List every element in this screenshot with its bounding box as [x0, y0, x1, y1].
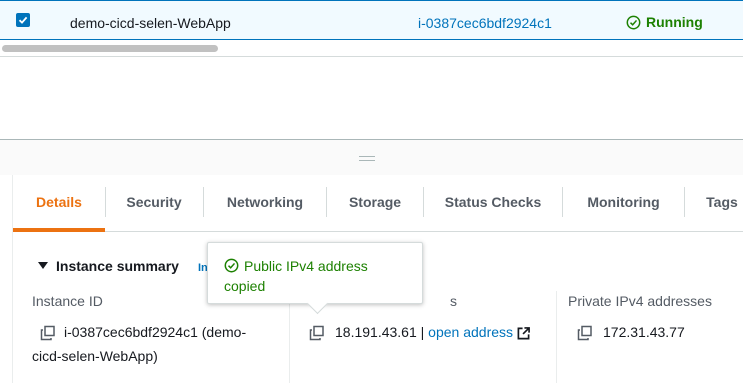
copied-tooltip: Public IPv4 address copied [207, 242, 423, 315]
instance-table-row[interactable]: demo-cicd-selen-WebApp i-0387cec6bdf2924… [0, 0, 743, 40]
open-address-link[interactable]: open address [428, 324, 513, 340]
details-tabs: Details Security Networking Storage Stat… [13, 175, 743, 232]
tab-label: Networking [226, 194, 304, 210]
tooltip-line1: Public IPv4 address [244, 258, 368, 274]
private-ip-value: 172.31.43.77 [577, 320, 685, 344]
split-panel-divider[interactable] [0, 139, 743, 175]
instance-state-text: Running [646, 14, 703, 30]
copy-icon[interactable] [40, 325, 56, 341]
column-divider [289, 291, 290, 383]
tab-networking[interactable]: Networking [204, 175, 326, 231]
public-ip-label: s [450, 293, 457, 309]
tab-monitoring[interactable]: Monitoring [563, 175, 684, 231]
external-link-icon[interactable] [517, 326, 530, 340]
instance-state-badge: Running [626, 14, 703, 30]
instance-id-link[interactable]: i-0387cec6bdf2924c1 [418, 15, 552, 31]
instance-id-text-line1: i-0387cec6bdf2924c1 (demo- [64, 324, 247, 340]
tab-label: Details [36, 194, 82, 210]
column-divider [556, 291, 557, 383]
private-ip-text: 172.31.43.77 [603, 324, 685, 340]
tab-storage[interactable]: Storage [327, 175, 423, 231]
drag-handle-icon[interactable] [359, 156, 375, 164]
caret-down-icon [38, 262, 48, 269]
instance-summary-title: Instance summary [56, 258, 179, 274]
horizontal-scrollbar[interactable] [0, 40, 743, 57]
tooltip-message: Public IPv4 address copied [224, 256, 414, 296]
instance-id-value: i-0387cec6bdf2924c1 (demo- cicd-selen-We… [32, 320, 246, 368]
active-tab-indicator [13, 228, 105, 232]
instance-id-label: Instance ID [32, 293, 103, 309]
tab-status-checks[interactable]: Status Checks [424, 175, 562, 231]
tooltip-line2: copied [224, 278, 266, 294]
tab-label: Monitoring [587, 194, 660, 210]
instance-name: demo-cicd-selen-WebApp [70, 15, 231, 31]
tab-label: Tags [706, 194, 738, 210]
instance-summary-toggle[interactable]: Instance summary [38, 258, 179, 274]
tab-label: Status Checks [444, 194, 542, 210]
tab-tags[interactable]: Tags [685, 175, 743, 231]
separator: | [420, 324, 425, 340]
checkmark-icon [18, 16, 28, 24]
tab-security[interactable]: Security [106, 175, 202, 231]
scrollbar-thumb[interactable] [2, 45, 218, 52]
check-circle-icon [224, 258, 239, 273]
check-circle-icon [626, 15, 641, 29]
tab-label: Security [126, 194, 182, 210]
public-ip-value: 18.191.43.61 | open address [309, 320, 530, 344]
copy-icon[interactable] [577, 325, 593, 341]
public-ip-text: 18.191.43.61 [335, 324, 417, 340]
row-select-checkbox[interactable] [16, 13, 30, 27]
tab-label: Storage [348, 194, 402, 210]
copy-icon[interactable] [309, 325, 325, 341]
tab-details[interactable]: Details [13, 175, 105, 232]
private-ip-label: Private IPv4 addresses [568, 293, 712, 309]
instance-id-text-line2: cicd-selen-WebApp) [32, 348, 158, 364]
